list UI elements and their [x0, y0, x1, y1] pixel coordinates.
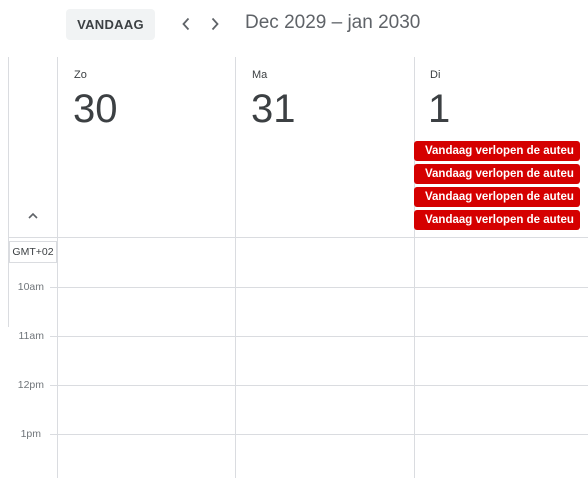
previous-period-button[interactable]	[175, 11, 197, 37]
time-label: 1pm	[20, 428, 41, 440]
toolbar: VANDAAG Dec 2029 – jan 2030	[0, 0, 588, 50]
hour-line	[50, 385, 588, 386]
day-header-number[interactable]: 31	[251, 86, 296, 132]
grid-divider	[8, 237, 588, 238]
grid-divider	[57, 57, 58, 478]
hour-line	[50, 336, 588, 337]
all-day-event[interactable]: Vandaag verlopen de auteu	[414, 210, 580, 230]
hour-line	[50, 434, 588, 435]
timezone-label: GMT+02	[9, 241, 57, 263]
day-header-abbr: Ma	[252, 69, 268, 81]
chevron-left-icon	[182, 17, 190, 31]
collapse-all-day-button[interactable]	[26, 209, 40, 223]
day-header-abbr: Di	[430, 69, 441, 81]
next-period-button[interactable]	[204, 11, 226, 37]
grid-divider	[235, 57, 236, 478]
chevron-right-icon	[211, 17, 219, 31]
time-label: 11am	[18, 330, 45, 342]
day-header-abbr: Zo	[74, 69, 87, 81]
today-button[interactable]: VANDAAG	[66, 9, 155, 40]
time-label: 10am	[17, 281, 44, 293]
date-range-title: Dec 2029 – jan 2030	[245, 12, 421, 33]
day-header-number[interactable]: 30	[73, 86, 118, 132]
hour-line	[50, 287, 588, 288]
chevron-up-icon	[28, 212, 38, 219]
grid-divider	[414, 57, 415, 478]
all-day-event[interactable]: Vandaag verlopen de auteu	[414, 187, 580, 207]
day-header-number[interactable]: 1	[428, 86, 450, 132]
time-label: 12pm	[17, 379, 44, 391]
all-day-event[interactable]: Vandaag verlopen de auteu	[414, 164, 580, 184]
all-day-event[interactable]: Vandaag verlopen de auteu	[414, 141, 580, 161]
